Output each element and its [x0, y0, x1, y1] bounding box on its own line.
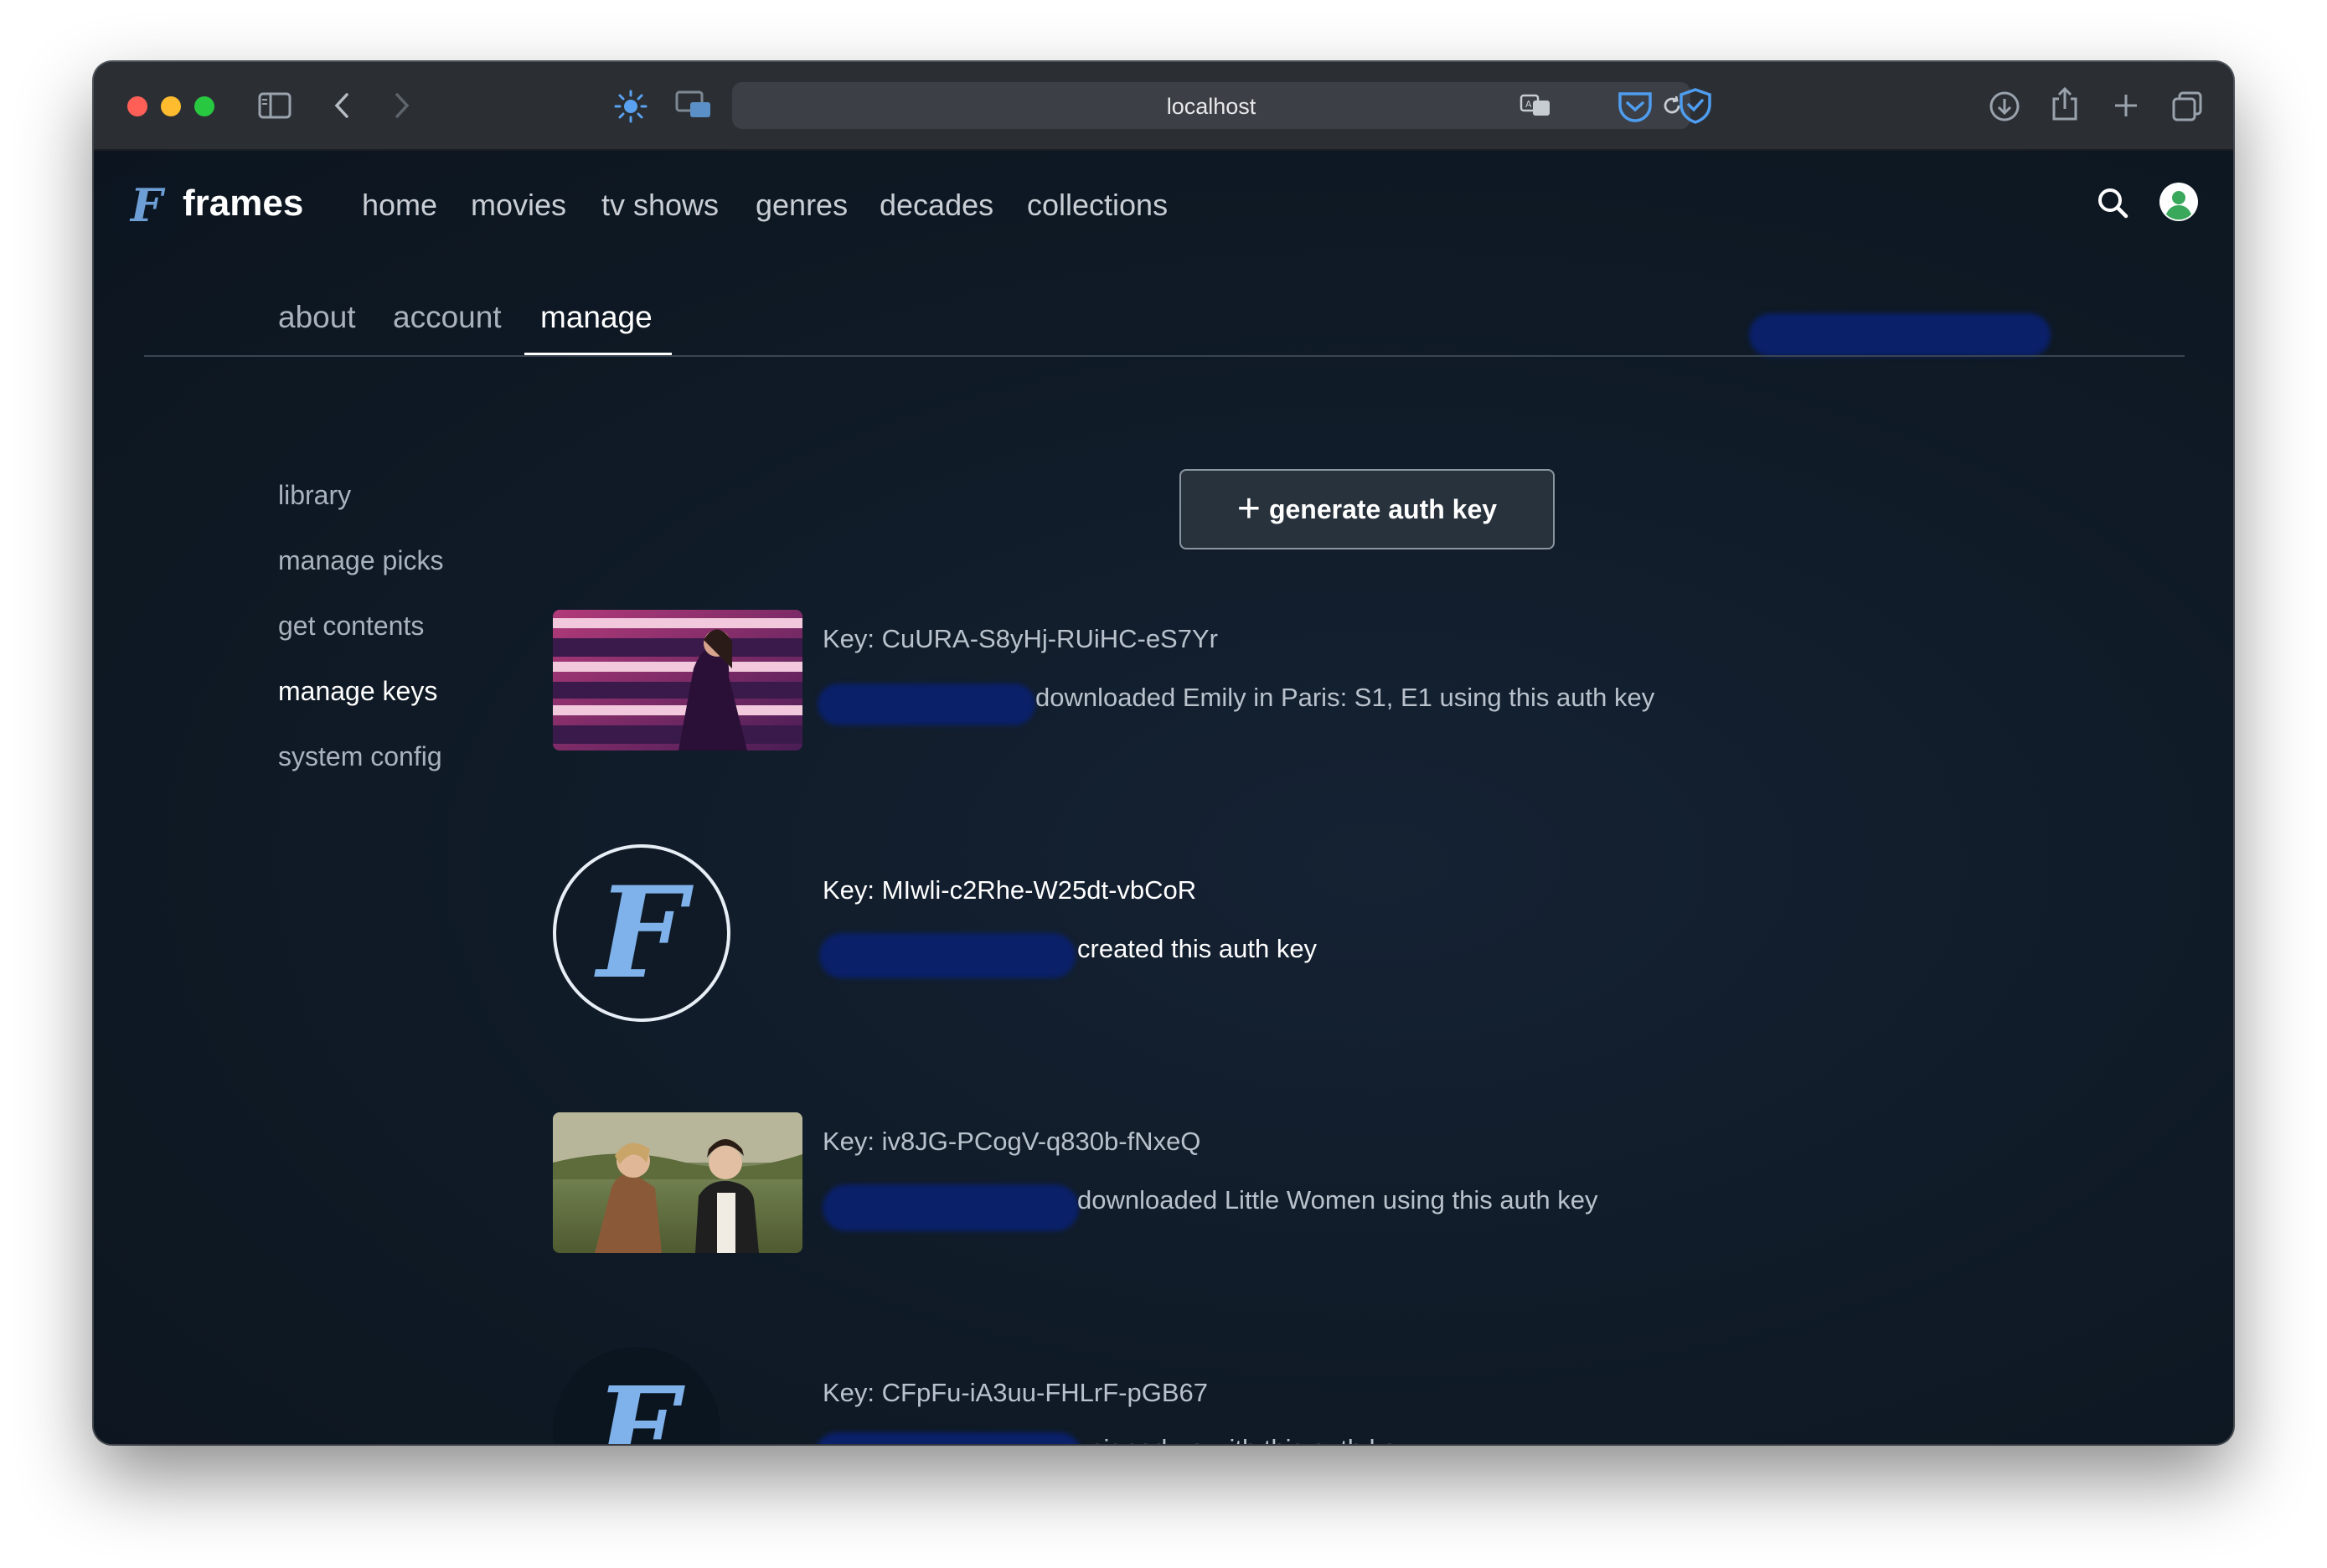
- frames-logo-letter: F: [596, 859, 687, 1007]
- frames-app: F frames home movies tv shows genres dec…: [94, 151, 2233, 1444]
- auth-key-2-description: created this auth key: [1077, 934, 1318, 963]
- nav-genres[interactable]: genres: [756, 188, 848, 223]
- picture-in-picture-icon[interactable]: [675, 90, 712, 121]
- frames-logo-letter: F: [595, 1362, 678, 1444]
- search-icon[interactable]: [2096, 186, 2129, 224]
- pocket-icon[interactable]: [1617, 90, 1654, 122]
- little-women-thumbnail[interactable]: [553, 1112, 802, 1253]
- emily-in-paris-thumbnail[interactable]: [553, 610, 802, 750]
- brightness-extension-icon[interactable]: [613, 89, 648, 124]
- tabs-divider: [144, 355, 2185, 357]
- close-window-button[interactable]: [127, 96, 147, 116]
- new-tab-icon[interactable]: [2113, 92, 2139, 119]
- generate-auth-key-label: generate auth key: [1268, 493, 1498, 524]
- nav-tv-shows[interactable]: tv shows: [601, 188, 719, 223]
- nav-home[interactable]: home: [362, 188, 437, 223]
- minimize-window-button[interactable]: [161, 96, 181, 116]
- share-icon[interactable]: [2051, 85, 2079, 122]
- sidebar-item-get-contents[interactable]: get contents: [278, 611, 424, 642]
- redaction-mark: [1749, 313, 2051, 357]
- tab-overview-icon[interactable]: [2171, 90, 2203, 122]
- auth-key-1-description: downloaded Emily in Paris: S1, E1 using …: [1035, 683, 1655, 712]
- password-manager-shield-icon[interactable]: [1677, 87, 1714, 124]
- auth-key-3: Key: iv8JG-PCogV-q830b-fNxeQ: [823, 1127, 1201, 1156]
- browser-window: localhost A F frames home movies tv show…: [94, 62, 2233, 1444]
- nav-movies[interactable]: movies: [471, 188, 566, 223]
- sidebar-toggle-icon[interactable]: [258, 92, 292, 119]
- downloads-icon[interactable]: [1989, 90, 2020, 122]
- forward-icon[interactable]: [392, 92, 412, 119]
- zoom-window-button[interactable]: [194, 96, 214, 116]
- auth-key-4: Key: CFpFu-iA3uu-FHLrF-pGB67: [823, 1378, 1208, 1407]
- brand-name[interactable]: frames: [183, 183, 303, 224]
- address-bar[interactable]: localhost A: [732, 82, 1690, 129]
- sidebar-item-library[interactable]: library: [278, 480, 351, 511]
- translate-icon[interactable]: A: [1520, 94, 1553, 117]
- auth-key-1: Key: CuURA-S8yHj-RUiHC-eS7Yr: [823, 624, 1218, 653]
- browser-toolbar: localhost A: [94, 62, 2233, 151]
- tab-account[interactable]: account: [393, 300, 502, 335]
- tab-manage[interactable]: manage: [540, 300, 653, 335]
- redaction-mark: [819, 933, 1076, 978]
- sidebar-item-manage-picks[interactable]: manage picks: [278, 545, 443, 576]
- nav-collections[interactable]: collections: [1027, 188, 1168, 223]
- back-icon[interactable]: [332, 92, 352, 119]
- frames-logo-avatar: F: [553, 1347, 720, 1444]
- tab-about[interactable]: about: [278, 300, 356, 335]
- redaction-mark: [818, 683, 1035, 725]
- auth-key-4-description: signed up with this auth key: [1091, 1434, 1410, 1444]
- frames-logo-icon[interactable]: F: [117, 176, 176, 235]
- page-viewport: F frames home movies tv shows genres dec…: [94, 151, 2233, 1444]
- auth-key-3-description: downloaded Little Women using this auth …: [1077, 1185, 1598, 1215]
- sidebar-item-manage-keys[interactable]: manage keys: [278, 676, 437, 707]
- frames-logo-avatar: F: [553, 844, 730, 1022]
- user-avatar-icon[interactable]: [2159, 183, 2198, 221]
- generate-auth-key-button[interactable]: + generate auth key: [1179, 469, 1555, 549]
- plus-icon: +: [1236, 487, 1261, 531]
- svg-text:A: A: [1525, 99, 1532, 110]
- auth-key-2: Key: MIwli-c2Rhe-W25dt-vbCoR: [823, 875, 1197, 905]
- redaction-mark: [823, 1184, 1079, 1231]
- redaction-mark: [814, 1432, 1082, 1444]
- nav-decades[interactable]: decades: [880, 188, 993, 223]
- sidebar-item-system-config[interactable]: system config: [278, 741, 442, 772]
